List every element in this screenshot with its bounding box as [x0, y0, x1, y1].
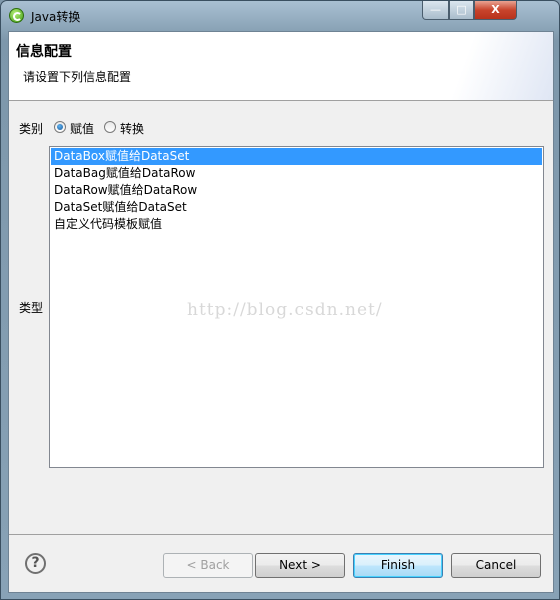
list-item[interactable]: DataBag赋值给DataRow: [51, 165, 542, 182]
window-title: Java转换: [31, 10, 81, 24]
back-button[interactable]: < Back: [163, 553, 253, 578]
watermark: http://blog.csdn.net/: [187, 300, 383, 320]
list-item[interactable]: DataSet赋值给DataSet: [51, 199, 542, 216]
minimize-button[interactable]: —: [422, 1, 449, 20]
radio-assign[interactable]: [54, 121, 66, 133]
category-label: 类别: [19, 122, 44, 136]
cancel-button[interactable]: Cancel: [451, 553, 541, 578]
page-description: 请设置下列信息配置: [23, 70, 132, 84]
radio-convert[interactable]: [104, 121, 116, 133]
footer-divider: [9, 534, 553, 535]
maximize-button[interactable]: □: [449, 1, 474, 20]
list-item[interactable]: 自定义代码模板赋值: [51, 216, 542, 233]
dialog-content: 信息配置 请设置下列信息配置 类别 赋值 转换 类型 DataBox赋值给Dat…: [8, 31, 554, 593]
list-item[interactable]: DataBox赋值给DataSet: [51, 148, 542, 165]
radio-assign-label[interactable]: 赋值: [70, 120, 94, 137]
list-item[interactable]: DataRow赋值给DataRow: [51, 182, 542, 199]
next-button[interactable]: Next >: [255, 553, 345, 578]
app-icon: [9, 8, 24, 23]
window-frame: Java转换 — □ X 信息配置 请设置下列信息配置 类别 赋值 转换 类型 …: [0, 0, 560, 600]
finish-button[interactable]: Finish: [353, 553, 443, 578]
close-button[interactable]: X: [474, 1, 517, 20]
type-label: 类型: [19, 301, 44, 315]
page-title: 信息配置: [16, 44, 72, 60]
help-icon[interactable]: ?: [25, 553, 46, 574]
wizard-header: 信息配置 请设置下列信息配置: [9, 32, 553, 101]
radio-convert-label[interactable]: 转换: [120, 120, 144, 137]
